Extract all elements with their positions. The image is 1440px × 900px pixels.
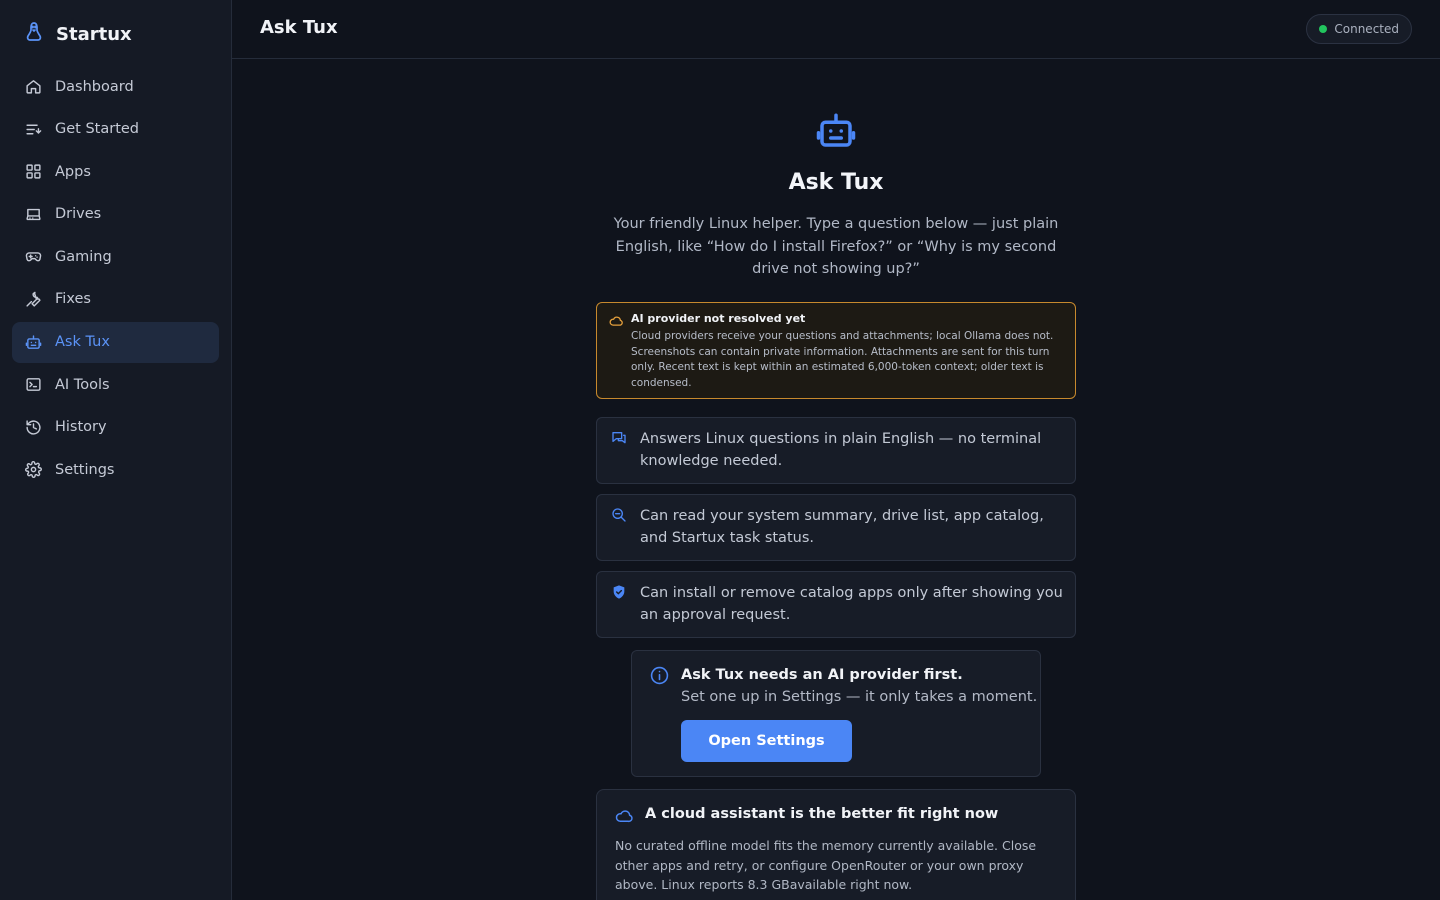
hero-description: Your friendly Linux helper. Type a quest… (613, 216, 1059, 277)
cloud-body: No curated offline model fits the memory… (615, 838, 1037, 892)
topbar: Ask Tux Connected (232, 0, 1440, 59)
shield-check-icon (613, 585, 625, 599)
sidebar-item-label: Fixes (55, 291, 91, 308)
feature-text: Answers Linux questions in plain English… (640, 431, 1042, 469)
connection-status-badge: Connected (1306, 14, 1412, 44)
cloud-title: A cloud assistant is the better fit righ… (645, 806, 999, 822)
sidebar-item-fixes[interactable]: Fixes (12, 279, 219, 320)
feature-text: Can install or remove catalog apps only … (640, 585, 1063, 623)
notice-title: Ask Tux needs an AI provider first. (681, 667, 963, 683)
provider-required-notice: Ask Tux needs an AI provider first. Set … (631, 650, 1041, 777)
info-icon (650, 666, 669, 685)
gear-icon (25, 461, 42, 479)
search-icon (612, 508, 626, 522)
feature-text: Can read your system summary, drive list… (640, 508, 1044, 546)
terminal-icon (26, 378, 41, 392)
cloud-recommendation-card: A cloud assistant is the better fit righ… (596, 789, 1076, 900)
sidebar-item-label: Dashboard (55, 78, 134, 95)
status-text: Connected (1334, 22, 1399, 36)
brand[interactable]: Startux (24, 21, 132, 47)
sidebar-item-label: Gaming (55, 248, 112, 265)
sidebar-item-label: Drives (55, 206, 102, 223)
list-start-icon (26, 124, 42, 135)
sidebar-item-ai-tools[interactable]: AI Tools (12, 364, 219, 405)
feature-card: Can read your system summary, drive list… (596, 494, 1076, 561)
notice-body: Set one up in Settings — it only takes a… (681, 689, 1038, 705)
sidebar-item-label: Get Started (55, 121, 139, 138)
privacy-warning: AI provider not resolved yet Cloud provi… (596, 302, 1076, 399)
feature-card: Answers Linux questions in plain English… (596, 417, 1076, 484)
cloud-icon (609, 316, 623, 326)
sidebar: Startux Dashboard Get Started Apps Drive… (0, 0, 232, 900)
sidebar-item-settings[interactable]: Settings (12, 449, 219, 490)
robot-icon (815, 110, 857, 156)
home-icon (26, 80, 41, 94)
sidebar-item-gaming[interactable]: Gaming (12, 236, 219, 277)
main-content: Ask Tux Your friendly Linux helper. Type… (232, 60, 1440, 900)
gamepad-icon (25, 252, 42, 262)
sidebar-item-label: AI Tools (55, 376, 110, 393)
hero-title: Ask Tux (788, 170, 884, 195)
sidebar-item-apps[interactable]: Apps (12, 151, 219, 192)
page-title: Ask Tux (260, 17, 338, 38)
sidebar-item-label: Apps (55, 163, 91, 180)
sidebar-nav: Dashboard Get Started Apps Drives Gaming… (12, 66, 219, 492)
sidebar-item-history[interactable]: History (12, 407, 219, 448)
sidebar-item-label: Settings (55, 461, 115, 478)
penguin-icon (24, 21, 44, 47)
open-settings-button[interactable]: Open Settings (681, 720, 852, 762)
warning-title: AI provider not resolved yet (631, 312, 806, 325)
sidebar-item-drives[interactable]: Drives (12, 194, 219, 235)
wrench-icon (26, 291, 41, 307)
sidebar-item-label: Ask Tux (55, 334, 110, 351)
history-icon (26, 420, 41, 435)
cloud-icon (615, 810, 633, 823)
warning-body: Cloud providers receive your questions a… (631, 330, 1054, 389)
sidebar-item-label: History (55, 419, 107, 436)
grid-icon (26, 164, 41, 179)
status-dot-icon (1319, 25, 1328, 33)
robot-icon (25, 334, 42, 349)
chat-bubbles-icon (612, 432, 626, 444)
feature-card: Can install or remove catalog apps only … (596, 571, 1076, 638)
sidebar-item-dashboard[interactable]: Dashboard (12, 66, 219, 107)
sidebar-item-ask-tux[interactable]: Ask Tux (12, 321, 219, 363)
sidebar-item-get-started[interactable]: Get Started (12, 109, 219, 150)
hard-drive-icon (26, 208, 41, 220)
app-name: Startux (56, 23, 132, 45)
